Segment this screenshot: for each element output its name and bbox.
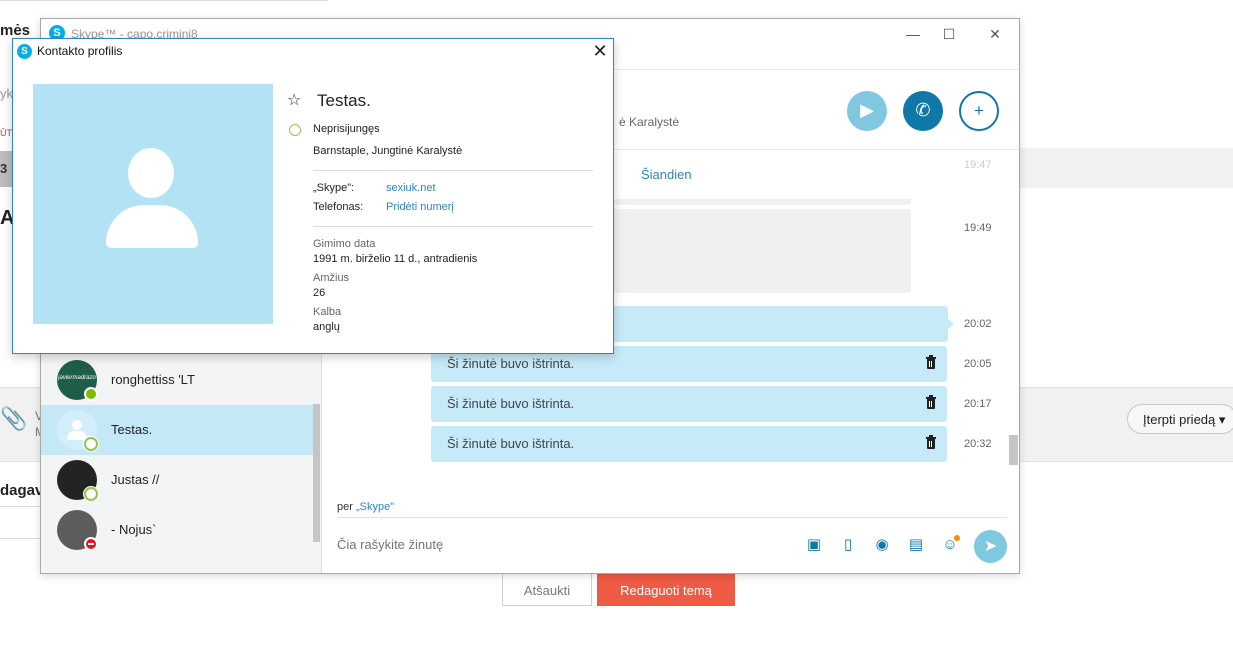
sidebar-scrollbar[interactable] <box>313 404 320 542</box>
contact-item-selected[interactable]: Testas. <box>41 405 313 455</box>
message-time: 19:47 <box>964 159 992 171</box>
date-separator: Šiandien <box>641 167 692 182</box>
contact-name: Justas // <box>111 472 160 487</box>
send-button[interactable]: ➤ <box>974 530 1007 563</box>
contact-name: ronghettiss 'LT <box>111 372 195 387</box>
offline-status-icon <box>84 437 98 451</box>
add-people-button[interactable]: + <box>959 91 999 131</box>
profile-status: Neprisijungęs <box>313 123 380 135</box>
minimize-icon[interactable]: — <box>895 23 931 47</box>
contact-item[interactable]: javiermadrazo ronghettiss 'LT <box>41 355 313 405</box>
birthday-label: Gimimo data <box>313 238 376 250</box>
video-call-button[interactable]: ▶ <box>847 91 887 131</box>
profile-picture <box>33 84 273 324</box>
offline-status-icon <box>289 124 301 136</box>
message-text: Ši žinutė buvo ištrinta. <box>447 436 575 451</box>
send-file-icon[interactable]: ▯ <box>838 535 858 555</box>
contact-name: - Nojus` <box>111 522 157 537</box>
birthday-value: 1991 m. birželio 11 d., antradienis <box>313 253 478 265</box>
language-value: anglų <box>313 321 340 333</box>
contact-item[interactable]: Justas // <box>41 455 313 505</box>
message-time: 20:02 <box>964 318 992 330</box>
close-icon[interactable]: ✕ <box>977 23 1013 47</box>
insert-attachment-button[interactable]: Įterpti priedą ▾ <box>1127 404 1233 434</box>
message-input[interactable] <box>337 531 777 557</box>
paper-plane-icon: ➤ <box>983 538 998 555</box>
offline-status-icon <box>84 487 98 501</box>
message-text: Ši žinutė buvo ištrinta. <box>447 356 575 371</box>
background-stripe <box>1019 148 1233 188</box>
via-skype-link[interactable]: „Skype" <box>356 501 394 513</box>
message-time: 20:05 <box>964 358 992 370</box>
skype-name-label: „Skype": <box>313 182 355 194</box>
online-status-icon <box>84 387 98 401</box>
message-text: Ši žinutė buvo ištrinta. <box>447 396 575 411</box>
chat-header-location: ė Karalystė <box>619 115 680 129</box>
edit-topic-button[interactable]: Redaguoti temą <box>597 573 735 606</box>
via-prefix: per <box>337 501 353 513</box>
send-contact-icon[interactable]: ▤ <box>906 535 926 555</box>
heading-fragment: mės <box>0 22 31 39</box>
via-skype-label: per „Skype" <box>337 501 394 513</box>
deleted-message-bubble[interactable]: Ši žinutė buvo ištrinta. <box>431 426 947 462</box>
profile-location: Barnstaple, Jungtinė Karalystė <box>313 145 463 157</box>
chat-scrollbar[interactable] <box>1009 435 1018 465</box>
close-icon[interactable]: ✕ <box>590 41 610 61</box>
maximize-icon[interactable]: ☐ <box>931 23 967 47</box>
composer-divider <box>337 517 1007 518</box>
trash-icon <box>926 435 936 449</box>
call-button[interactable]: ✆ <box>903 91 943 131</box>
divider <box>0 538 40 539</box>
trash-icon <box>926 395 936 409</box>
profile-name: Testas. <box>317 91 371 110</box>
emoticon-icon[interactable]: ☺ <box>940 535 960 555</box>
age-value: 26 <box>313 287 326 299</box>
divider <box>313 226 593 227</box>
add-user-icon: + <box>974 101 984 120</box>
trash-icon <box>926 355 936 369</box>
avatar-text: javiermadrazo <box>58 375 96 381</box>
deleted-message-bubble[interactable]: Ši žinutė buvo ištrinta. <box>431 386 947 422</box>
add-number-link[interactable]: Pridėti numerį <box>386 201 454 213</box>
busy-status-icon <box>84 537 98 551</box>
language-label: Kalba <box>313 306 342 318</box>
send-photo-icon[interactable]: ▣ <box>804 535 824 555</box>
section-fragment: dagav <box>0 482 44 499</box>
paperclip-icon[interactable]: 📎 <box>0 406 27 432</box>
skype-name-value[interactable]: sexiuk.net <box>386 182 436 194</box>
age-label: Amžius <box>313 272 350 284</box>
message-time: 20:32 <box>964 438 992 450</box>
cancel-button[interactable]: Atšaukti <box>502 573 592 606</box>
video-message-icon[interactable]: ◉ <box>872 535 892 555</box>
phone-icon: ✆ <box>915 100 931 120</box>
message-time: 20:17 <box>964 398 992 410</box>
phone-label: Telefonas: <box>313 201 364 213</box>
skype-logo-icon: S <box>17 44 32 59</box>
contact-item[interactable]: - Nojus` <box>41 505 313 555</box>
divider <box>0 506 40 507</box>
contact-name: Testas. <box>111 422 153 437</box>
dialog-title: Kontakto profilis <box>37 44 123 58</box>
message-time: 19:49 <box>964 222 992 234</box>
favorite-star-icon[interactable]: ☆ <box>287 90 301 110</box>
divider <box>313 170 593 171</box>
contact-profile-dialog: S Kontakto profilis ✕ ☆ Testas. Neprisij… <box>12 38 614 354</box>
top-divider <box>0 0 328 1</box>
video-camera-icon: ▶ <box>860 100 874 120</box>
